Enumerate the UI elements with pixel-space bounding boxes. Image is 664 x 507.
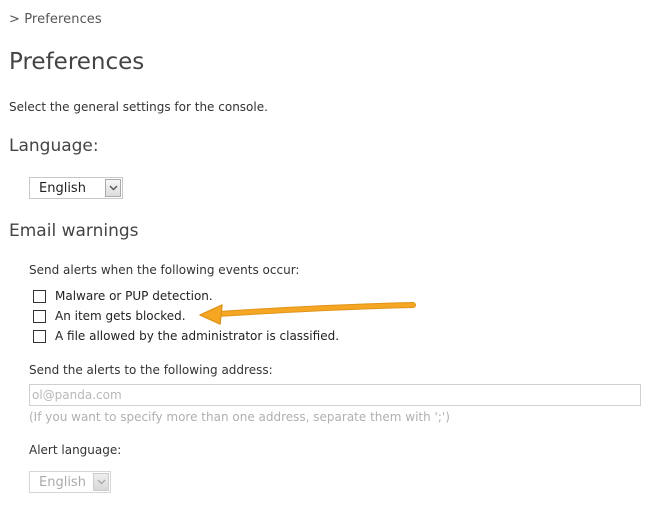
email-address-input[interactable] [29,384,641,406]
breadcrumb[interactable]: > Preferences [9,12,102,27]
language-heading: Language: [9,136,99,156]
events-label: Send alerts when the following events oc… [29,263,300,277]
alert-language-select[interactable]: English [29,471,111,493]
blocked-checkbox[interactable] [33,309,46,323]
language-select-value: English [39,180,86,196]
page-title: Preferences [9,49,145,75]
arrow-left-icon [199,302,416,325]
address-label: Send the alerts to the following address… [29,363,273,377]
page-subtitle: Select the general settings for the cons… [9,100,268,114]
alert-language-select-value: English [39,474,86,490]
event-label: A file allowed by the administrator is c… [55,329,340,343]
chevron-down-icon[interactable] [105,179,121,197]
event-option-malware[interactable]: Malware or PUP detection. [33,288,213,304]
event-option-classified[interactable]: A file allowed by the administrator is c… [33,328,339,344]
alert-language-label: Alert language: [29,443,122,457]
classified-checkbox[interactable] [33,329,46,343]
malware-checkbox[interactable] [33,289,46,303]
event-label: Malware or PUP detection. [55,289,213,303]
event-option-blocked[interactable]: An item gets blocked. [33,308,186,324]
address-hint: (If you want to specify more than one ad… [29,410,450,424]
language-select[interactable]: English [29,177,123,199]
email-warnings-heading: Email warnings [9,221,139,241]
chevron-down-icon[interactable] [93,473,109,491]
event-label: An item gets blocked. [55,309,186,323]
